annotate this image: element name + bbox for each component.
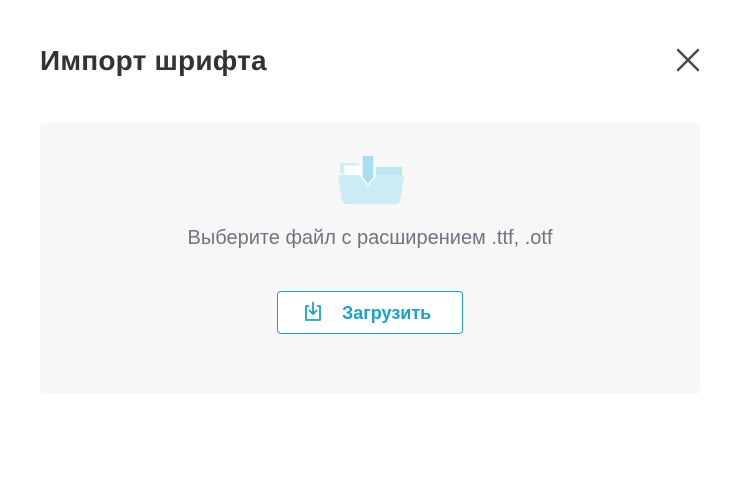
dialog-title: Импорт шрифта bbox=[40, 45, 267, 76]
upload-button[interactable]: Загрузить bbox=[277, 291, 463, 334]
file-format-hint: Выберите файл с расширением .ttf, .otf bbox=[187, 227, 553, 249]
file-dropzone[interactable]: Выберите файл с расширением .ttf, .otf З… bbox=[40, 123, 700, 394]
upload-button-label: Загрузить bbox=[342, 303, 432, 323]
close-button[interactable] bbox=[672, 44, 704, 76]
folder-download-icon bbox=[338, 154, 404, 204]
close-icon bbox=[676, 48, 700, 72]
import-font-dialog: Импорт шрифта Выберите файл с расширение… bbox=[0, 0, 740, 480]
download-tray-icon bbox=[305, 301, 321, 321]
